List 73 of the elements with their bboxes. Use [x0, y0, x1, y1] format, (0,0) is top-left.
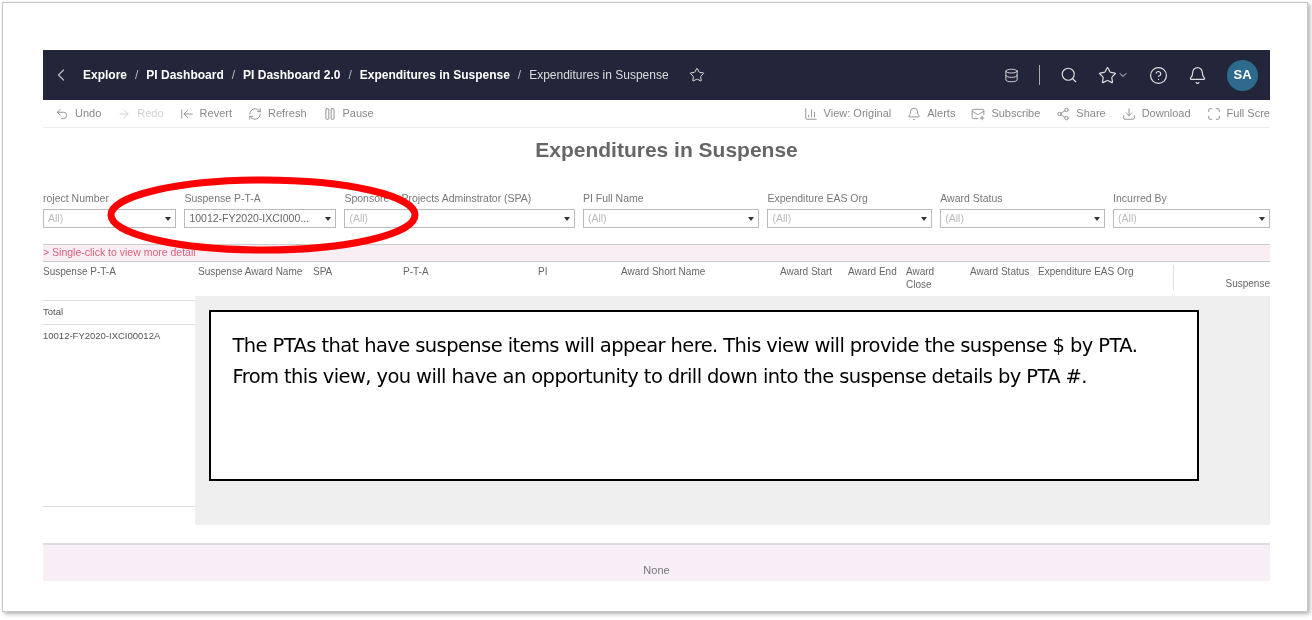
column-header: Suspense Award Name: [198, 265, 304, 280]
fullscreen-icon: [1206, 106, 1221, 121]
dashboard-title: Expenditures in Suspense: [534, 137, 799, 163]
column-header: SPA: [313, 265, 334, 280]
favorite-icon[interactable]: [688, 67, 705, 83]
column-header: P-T-A: [403, 265, 430, 280]
filter-label: Expenditure EAS Org: [767, 190, 868, 206]
filter-label: roject Number: [43, 190, 109, 206]
filter-label: PI Full Name: [582, 190, 644, 206]
arrow-icon: [117, 106, 132, 121]
chart-icon: [803, 106, 818, 121]
column-header: PI: [538, 265, 549, 280]
callout-text: The PTAs that have suspense items will appear here. This view will provide the suspense $ by PTA. From this view, you will have an opportunity to drill down into the suspense details by PTA #.: [232, 332, 1139, 390]
filter-dropdown[interactable]: All): [43, 209, 177, 229]
filter-dropdown[interactable]: (All): [940, 209, 1106, 229]
dropdown-caret-icon: [921, 216, 928, 221]
filter-dropdown[interactable]: (All): [582, 209, 760, 229]
filter-dropdown[interactable]: 10012-FY2020-IXCI000...: [184, 209, 337, 229]
filter-dropdown[interactable]: (All): [1113, 209, 1270, 229]
column-header: Award Close: [906, 265, 936, 291]
pause-icon: [322, 106, 337, 121]
breadcrumb-link[interactable]: Expenditures in Suspense: [359, 66, 510, 84]
breadcrumb-separator: /: [348, 67, 352, 84]
search-icon[interactable]: [1060, 66, 1078, 84]
dropdown-caret-icon: [1094, 216, 1101, 221]
breadcrumb-separator: /: [517, 67, 522, 84]
column-header: Award Short Name: [621, 265, 707, 280]
column-header: Award Status: [970, 265, 1031, 280]
mail-plus-icon: [971, 106, 986, 121]
dropdown-caret-icon: [1259, 216, 1265, 221]
bell-icon: [907, 106, 922, 121]
toolbar-button[interactable]: Undo: [55, 105, 102, 122]
revert-icon: [179, 106, 194, 121]
toolbar-button[interactable]: Refresh: [248, 105, 307, 122]
refresh-icon: [248, 106, 262, 121]
column-header: Expenditure EAS Org: [1038, 265, 1135, 280]
breadcrumb-link[interactable]: PI Dashboard: [146, 66, 224, 84]
toolbar-button[interactable]: Download: [1121, 105, 1191, 122]
dropdown-caret-icon: [748, 216, 755, 221]
share-icon: [1056, 106, 1071, 121]
breadcrumb-link[interactable]: Expenditures in Suspense: [529, 66, 669, 84]
column-header: Suspense: [1173, 265, 1270, 291]
hint-text: > Single-click to view more detail: [43, 245, 196, 261]
user-avatar[interactable]: SA: [1227, 59, 1258, 91]
column-header: Suspense P-T-A: [43, 265, 117, 280]
column-header: Award End: [848, 265, 898, 280]
filter-dropdown[interactable]: (All): [344, 209, 575, 229]
toolbar-button[interactable]: Revert: [179, 105, 232, 122]
toolbar-button[interactable]: Alerts: [907, 105, 956, 122]
undo-icon: [55, 106, 69, 121]
database-icon[interactable]: [1004, 67, 1019, 83]
dropdown-caret-icon: [325, 216, 332, 221]
filter-label: Suspense P-T-A: [184, 190, 261, 206]
breadcrumb-separator: /: [231, 67, 236, 84]
toolbar-button[interactable]: Full Scre: [1206, 105, 1270, 122]
toolbar-button[interactable]: Subscribe: [971, 105, 1041, 122]
filter-label: Award Status: [940, 190, 1003, 206]
footer-text: None: [643, 563, 670, 579]
filter-dropdown[interactable]: (All): [767, 209, 933, 229]
dropdown-caret-icon: [165, 216, 172, 221]
column-header: Award Start: [780, 265, 834, 280]
toolbar-button[interactable]: Share: [1056, 105, 1106, 122]
breadcrumb-link[interactable]: Explore: [83, 66, 127, 84]
filter-label: Incurred By: [1113, 190, 1167, 206]
breadcrumb-separator: /: [135, 67, 139, 84]
dropdown-caret-icon: [563, 216, 570, 221]
download-icon: [1121, 106, 1136, 121]
toolbar-button[interactable]: View: Original: [803, 105, 892, 122]
favorites-menu-icon[interactable]: [1098, 65, 1129, 85]
toolbar-button[interactable]: Pause: [322, 105, 374, 122]
breadcrumb-link[interactable]: PI Dashboard 2.0: [243, 66, 341, 84]
bell-icon[interactable]: [1188, 65, 1207, 85]
help-icon[interactable]: [1149, 65, 1168, 85]
